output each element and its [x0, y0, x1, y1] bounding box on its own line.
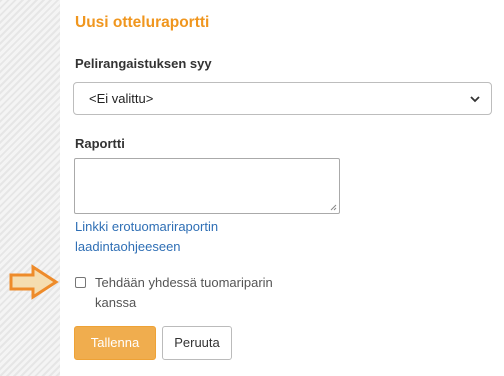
with-partner-label-line1: Tehdään yhdessä tuomariparin: [95, 275, 273, 290]
chevron-down-icon: [470, 96, 480, 103]
striped-background: [0, 0, 60, 376]
with-partner-checkbox[interactable]: [75, 277, 86, 288]
report-form-panel: Uusi otteluraportti Pelirangaistuksen sy…: [60, 0, 504, 376]
report-textarea[interactable]: [74, 158, 340, 214]
penalty-reason-select[interactable]: <Ei valittu>: [73, 82, 492, 115]
penalty-reason-selected-value: <Ei valittu>: [89, 91, 154, 106]
with-partner-label-line2: kanssa: [95, 295, 137, 310]
arrow-right-icon: [9, 264, 59, 300]
page-title: Uusi otteluraportti: [75, 14, 210, 31]
report-label: Raportti: [75, 136, 125, 151]
guide-link-part2[interactable]: laadintaohjeeseen: [75, 239, 181, 254]
penalty-reason-label: Pelirangaistuksen syy: [75, 56, 212, 71]
save-button[interactable]: Tallenna: [74, 326, 156, 360]
cancel-button[interactable]: Peruuta: [162, 326, 232, 360]
resize-grip-icon[interactable]: [330, 204, 337, 211]
guide-link-part1[interactable]: Linkki erotuomariraportin: [75, 219, 218, 234]
